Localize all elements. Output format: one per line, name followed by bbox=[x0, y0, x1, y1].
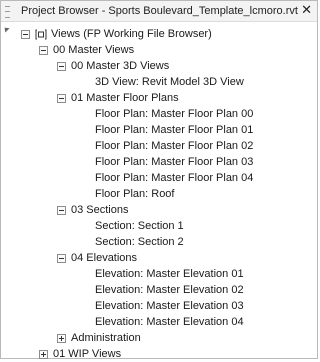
collapse-toggle-icon[interactable] bbox=[57, 61, 66, 71]
tree-node-label: 01 Master Floor Plans bbox=[71, 92, 179, 104]
tree-leaf-view[interactable]: Elevation: Master Elevation 02 bbox=[95, 282, 244, 298]
view-label: Section: Section 1 bbox=[95, 220, 184, 232]
tree-leaf-view[interactable]: Section: Section 2 bbox=[95, 234, 184, 250]
tree-node-label: Views (FP Working File Browser) bbox=[51, 28, 212, 40]
tree-node-sections[interactable]: 03 Sections bbox=[57, 202, 128, 218]
view-label: Section: Section 2 bbox=[95, 236, 184, 248]
tree-leaf-view[interactable]: 3D View: Revit Model 3D View bbox=[95, 74, 244, 90]
project-browser-panel: Project Browser - Sports Boulevard_Templ… bbox=[0, 0, 318, 360]
tree-node-label: Administration bbox=[71, 332, 141, 344]
view-label: Floor Plan: Master Floor Plan 02 bbox=[95, 140, 254, 152]
view-label: 3D View: Revit Model 3D View bbox=[95, 76, 244, 88]
tree-node-master-views[interactable]: 00 Master Views bbox=[39, 42, 134, 58]
view-label: Elevation: Master Elevation 03 bbox=[95, 300, 244, 312]
tree-node-label: 00 Master 3D Views bbox=[71, 60, 170, 72]
view-label: Elevation: Master Elevation 04 bbox=[95, 316, 244, 328]
view-label: Elevation: Master Elevation 02 bbox=[95, 284, 244, 296]
tree-leaf-view[interactable]: Floor Plan: Master Floor Plan 03 bbox=[95, 154, 253, 170]
close-icon[interactable]: ✕ bbox=[301, 3, 312, 17]
panel-title: Project Browser - Sports Boulevard_Templ… bbox=[21, 5, 298, 17]
tree-leaf-view[interactable]: Floor Plan: Master Floor Plan 04 bbox=[95, 170, 253, 186]
collapse-toggle-icon[interactable] bbox=[57, 205, 66, 215]
view-label: Floor Plan: Master Floor Plan 04 bbox=[95, 172, 254, 184]
tree-node-label: 00 Master Views bbox=[53, 44, 135, 56]
panel-grip-icon[interactable] bbox=[5, 6, 10, 18]
view-label: Floor Plan: Master Floor Plan 00 bbox=[95, 108, 254, 120]
collapse-toggle-icon[interactable] bbox=[57, 253, 66, 263]
tree-node-administration[interactable]: Administration bbox=[57, 330, 141, 346]
tree-node-label: 04 Elevations bbox=[71, 252, 138, 264]
tree-leaf-view[interactable]: Elevation: Master Elevation 01 bbox=[95, 266, 244, 282]
view-label: Elevation: Master Elevation 01 bbox=[95, 268, 244, 280]
tree-node-views-root[interactable]: Views (FP Working File Browser) bbox=[21, 26, 212, 42]
tree-leaf-view[interactable]: Elevation: Master Elevation 03 bbox=[95, 298, 244, 314]
tree-node-wip-views[interactable]: 01 WIP Views bbox=[39, 346, 121, 362]
tree-node-elevations[interactable]: 04 Elevations bbox=[57, 250, 137, 266]
expand-toggle-icon[interactable] bbox=[57, 333, 66, 343]
panel-title-bar[interactable]: Project Browser - Sports Boulevard_Templ… bbox=[1, 1, 317, 22]
view-label: Floor Plan: Master Floor Plan 03 bbox=[95, 156, 254, 168]
tree-node-master-3d-views[interactable]: 00 Master 3D Views bbox=[57, 58, 169, 74]
tree-leaf-view[interactable]: Floor Plan: Master Floor Plan 01 bbox=[95, 122, 253, 138]
tree-node-master-floor-plans[interactable]: 01 Master Floor Plans bbox=[57, 90, 179, 106]
tree-leaf-view[interactable]: Floor Plan: Master Floor Plan 00 bbox=[95, 106, 253, 122]
view-label: Floor Plan: Roof bbox=[95, 188, 175, 200]
tree-leaf-view[interactable]: Elevation: Master Elevation 04 bbox=[95, 314, 244, 330]
tree-leaf-view[interactable]: Floor Plan: Master Floor Plan 02 bbox=[95, 138, 253, 154]
collapse-toggle-icon[interactable] bbox=[21, 29, 30, 39]
tree-leaf-view[interactable]: Section: Section 1 bbox=[95, 218, 184, 234]
tree-node-label: 01 WIP Views bbox=[53, 348, 122, 360]
browser-tree: Views (FP Working File Browser) 00 Maste… bbox=[1, 22, 317, 360]
views-icon bbox=[35, 29, 47, 39]
collapse-toggle-icon[interactable] bbox=[57, 93, 66, 103]
tree-node-label: 03 Sections bbox=[71, 204, 129, 216]
tree-leaf-view[interactable]: Floor Plan: Roof bbox=[95, 186, 174, 202]
view-label: Floor Plan: Master Floor Plan 01 bbox=[95, 124, 254, 136]
collapse-toggle-icon[interactable] bbox=[39, 45, 48, 55]
expand-toggle-icon[interactable] bbox=[39, 349, 48, 359]
